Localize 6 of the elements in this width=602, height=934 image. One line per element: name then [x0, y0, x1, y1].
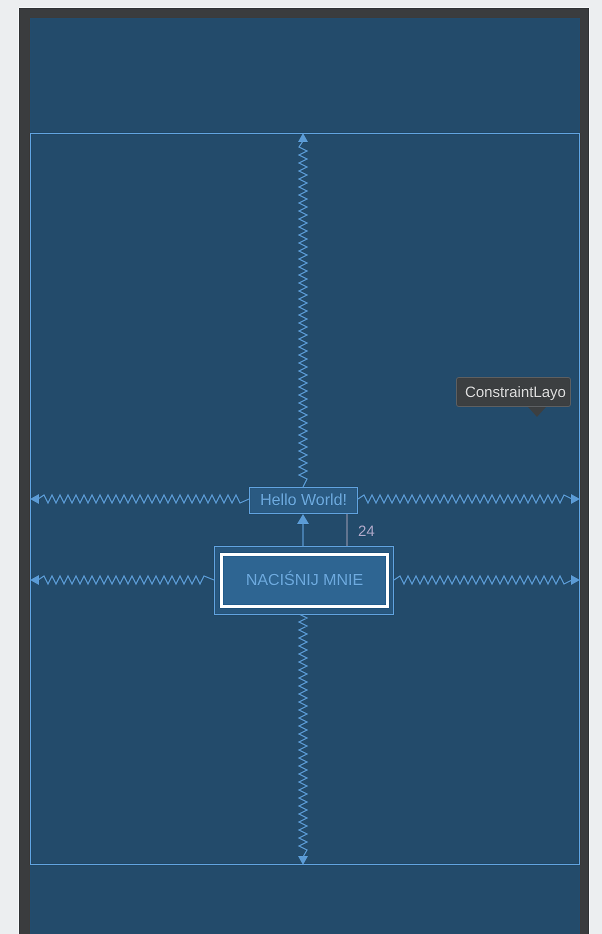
button-widget[interactable]: NACIŚNIJ MNIE — [220, 553, 389, 608]
text-view-widget[interactable]: Hello World! — [249, 487, 358, 514]
margin-line — [346, 514, 348, 546]
tooltip-pointer — [528, 407, 546, 417]
margin-value: 24 — [358, 523, 375, 540]
tooltip: ConstraintLayo — [456, 377, 571, 407]
